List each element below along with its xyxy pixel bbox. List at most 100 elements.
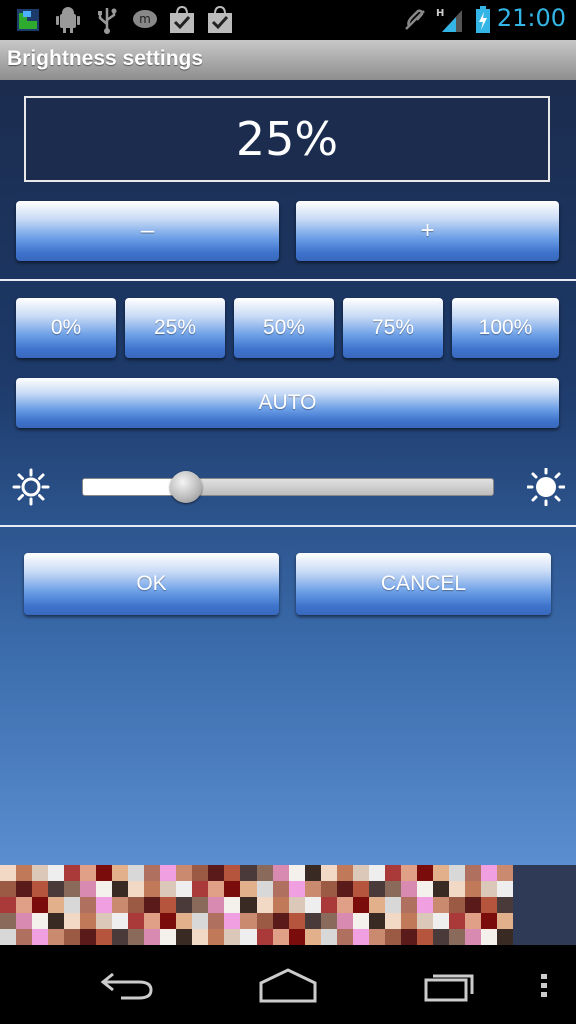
ad-pixel <box>368 865 385 881</box>
ad-pixel <box>480 897 497 913</box>
ad-pixel <box>0 897 17 913</box>
ad-pixel <box>112 913 129 929</box>
ad-pixel <box>272 881 289 897</box>
ad-pixel <box>352 913 369 929</box>
decrease-button[interactable]: – <box>16 201 279 261</box>
divider <box>0 279 576 281</box>
ad-pixel <box>208 881 225 897</box>
ad-banner[interactable] <box>0 865 576 945</box>
ad-pixel <box>384 897 401 913</box>
ad-pixel <box>16 929 33 945</box>
ad-pixel <box>48 897 65 913</box>
sun-dim-icon <box>12 468 50 506</box>
ad-pixel <box>480 929 497 945</box>
android-debug-icon <box>54 6 82 34</box>
ad-pixel <box>336 881 353 897</box>
slider-thumb[interactable] <box>170 471 202 503</box>
ad-pixel <box>464 865 481 881</box>
ad-pixel <box>336 913 353 929</box>
sun-bright-icon <box>526 467 566 507</box>
ad-pixel <box>192 929 209 945</box>
ad-pixel <box>240 897 257 913</box>
ad-pixel <box>176 865 193 881</box>
ad-pixel <box>320 929 337 945</box>
auto-button[interactable]: AUTO <box>16 378 559 428</box>
preset-100-button[interactable]: 100% <box>452 298 559 358</box>
ad-pixel <box>416 897 433 913</box>
ad-pixel <box>96 881 113 897</box>
ad-pixel <box>192 897 209 913</box>
ad-pixel <box>432 929 449 945</box>
ad-pixel <box>240 929 257 945</box>
menu-icon[interactable] <box>534 971 554 1001</box>
messenger-icon: m <box>131 6 159 34</box>
ad-pixel <box>464 881 481 897</box>
ad-pixel <box>304 929 321 945</box>
ad-pixel <box>112 897 129 913</box>
ad-pixel <box>368 929 385 945</box>
ad-pixel <box>256 913 273 929</box>
ad-pixel <box>464 897 481 913</box>
ad-pixel <box>336 929 353 945</box>
ad-pixel <box>320 897 337 913</box>
cancel-button[interactable]: CANCEL <box>296 553 551 615</box>
ad-pixel <box>352 897 369 913</box>
ad-pixel <box>464 913 481 929</box>
ad-pixel <box>48 929 65 945</box>
ad-pixel <box>320 865 337 881</box>
ad-pixel <box>304 881 321 897</box>
ad-pixel <box>192 913 209 929</box>
ad-pixel <box>0 881 17 897</box>
ad-pixel <box>416 865 433 881</box>
ad-pixel <box>128 897 145 913</box>
shopping-bag-check-icon <box>206 6 234 34</box>
ad-pixel <box>64 913 81 929</box>
back-icon[interactable] <box>98 965 158 1005</box>
ad-pixel <box>80 881 97 897</box>
ad-pixel <box>256 881 273 897</box>
home-icon[interactable] <box>256 965 320 1005</box>
ad-pixel <box>112 929 129 945</box>
ad-pixel <box>448 897 465 913</box>
ad-pixel <box>128 881 145 897</box>
ad-pixel <box>352 865 369 881</box>
ad-pixel <box>384 865 401 881</box>
recent-apps-icon[interactable] <box>418 965 480 1005</box>
ad-pixel <box>208 897 225 913</box>
ad-pixel <box>400 881 417 897</box>
ad-pixel <box>496 913 513 929</box>
ad-pixel <box>208 913 225 929</box>
ad-pixel <box>32 929 49 945</box>
ad-pixel <box>48 881 65 897</box>
preset-75-button[interactable]: 75% <box>343 298 443 358</box>
ad-pixel <box>160 865 177 881</box>
preset-25-button[interactable]: 25% <box>125 298 225 358</box>
preset-0-button[interactable]: 0% <box>16 298 116 358</box>
mute-icon <box>402 6 428 34</box>
brightness-slider[interactable] <box>82 471 494 503</box>
ad-pixel <box>464 929 481 945</box>
svg-text:H: H <box>436 8 444 19</box>
ad-pixel <box>176 929 193 945</box>
ad-pixel <box>176 881 193 897</box>
increase-button[interactable]: + <box>296 201 559 261</box>
preset-50-button[interactable]: 50% <box>234 298 334 358</box>
ad-pixel <box>16 897 33 913</box>
ad-pixel <box>32 897 49 913</box>
brightness-panel: 25% – + 0% 25% 50% 75% 100% AUTO OK CANC… <box>0 80 576 865</box>
ad-pixel <box>0 913 17 929</box>
page-title: Brightness settings <box>7 47 204 70</box>
ad-pixel <box>80 865 97 881</box>
ad-pixel <box>304 865 321 881</box>
ad-pixel <box>240 913 257 929</box>
navigation-bar <box>0 945 576 1024</box>
ad-pixel <box>208 929 225 945</box>
ad-pixel <box>144 929 161 945</box>
ad-pixel <box>64 881 81 897</box>
ok-button[interactable]: OK <box>24 553 279 615</box>
ad-pixel <box>16 881 33 897</box>
ad-pixel <box>384 929 401 945</box>
ad-pixel <box>352 929 369 945</box>
ad-pixel <box>224 865 241 881</box>
ad-pixel <box>272 865 289 881</box>
